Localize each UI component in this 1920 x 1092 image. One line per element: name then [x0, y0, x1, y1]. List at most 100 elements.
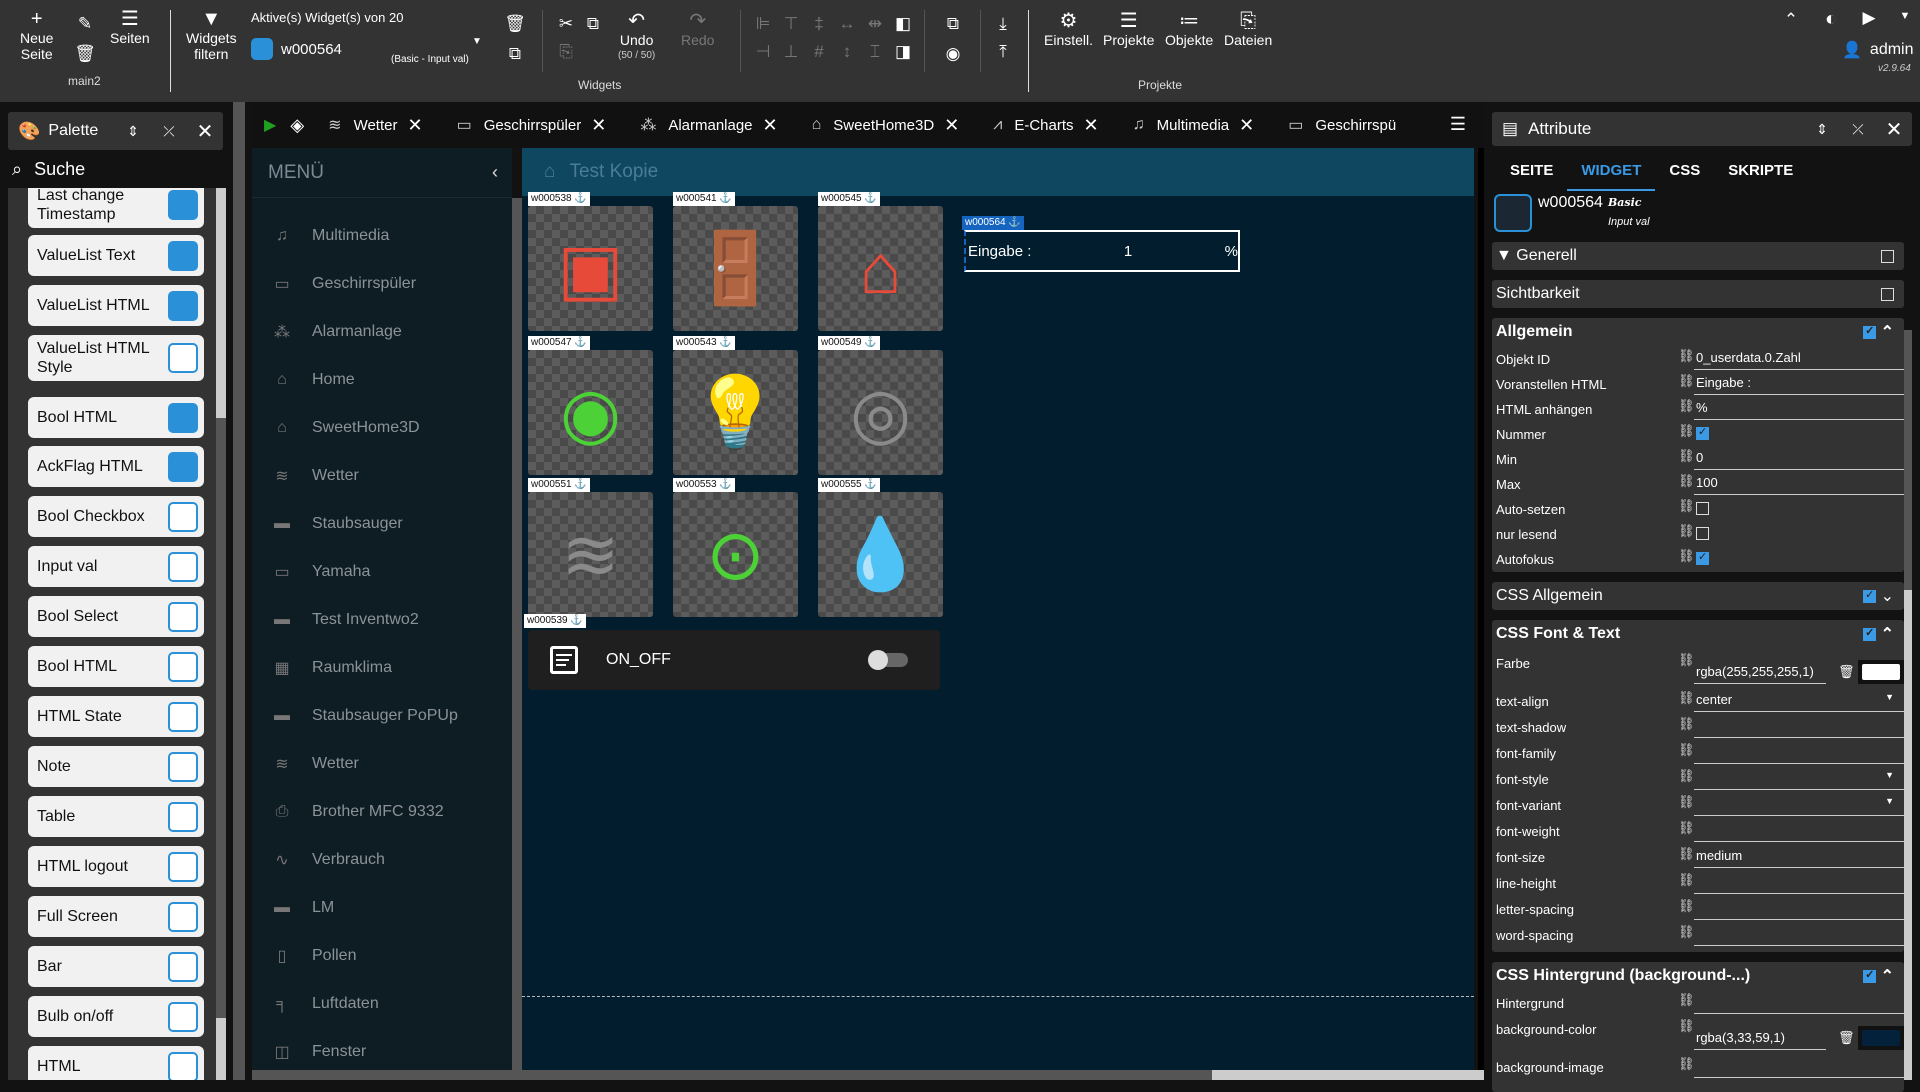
attribute-input[interactable]: 100 — [1694, 475, 1904, 495]
tab-widget[interactable]: WIDGET — [1567, 158, 1656, 191]
undo-button[interactable]: ↶ Undo (50 / 50) — [618, 10, 655, 64]
menu-item[interactable]: ♫ Multimedia — [252, 212, 512, 260]
canvas-h-scrollbar[interactable] — [252, 1070, 1484, 1080]
close-tab-icon[interactable]: ✕ — [1239, 115, 1254, 136]
attribute-input[interactable]: rgba(3,33,59,1) — [1694, 1030, 1826, 1050]
link-icon[interactable]: ⛓ — [1678, 768, 1695, 784]
icon-widget[interactable]: ≋ — [528, 492, 653, 617]
palette-item[interactable]: Bool HTML — [28, 397, 204, 438]
attribute-input[interactable]: medium — [1694, 848, 1904, 868]
palette-item[interactable]: HTML — [28, 1046, 204, 1080]
open-external-icon[interactable]: ⧉ — [942, 14, 964, 34]
close-icon[interactable]: ✕ — [1876, 117, 1912, 142]
palette-item[interactable]: Table — [28, 796, 204, 837]
section-checkbox[interactable] — [1881, 287, 1894, 301]
tab-css[interactable]: CSS — [1655, 158, 1714, 191]
menu-item[interactable]: ▭ Geschirrspüler — [252, 260, 512, 308]
link-icon[interactable]: ⛓ — [1678, 872, 1695, 888]
tab-seite[interactable]: SEITE — [1496, 158, 1567, 191]
palette-item[interactable]: Full Screen — [28, 896, 204, 937]
chevron-down-icon[interactable]: ▼ — [1885, 796, 1894, 806]
chevron-up-icon[interactable]: ⌃ — [1881, 324, 1894, 341]
tab-skripte[interactable]: SKRIPTE — [1714, 158, 1807, 191]
toggle-switch[interactable] — [868, 650, 908, 670]
tab-wetter[interactable]: ≋ Wetter ✕ — [328, 115, 422, 136]
icon-widget[interactable]: 💡 — [673, 350, 798, 475]
menu-item[interactable]: ⌂ Home — [252, 356, 512, 404]
link-icon[interactable]: ⛓ — [1678, 898, 1695, 914]
close-tab-icon[interactable]: ✕ — [763, 115, 778, 136]
export-icon[interactable]: ⤒ — [992, 42, 1014, 62]
editor-canvas[interactable]: w000538 ⚓ ▣ w000541 ⚓ 🚪 w000545 ⚓ ⌂ w000547 ⚓ ◉… — [522, 192, 1474, 1070]
chevron-down-icon[interactable]: ▼ — [1885, 770, 1894, 780]
widget-selector[interactable]: w000564 (Basic - Input val) ▼ — [251, 34, 485, 65]
link-icon[interactable]: ⛓ — [1678, 652, 1695, 668]
attribute-input[interactable] — [1694, 874, 1904, 894]
palette-item[interactable]: AckFlag HTML — [28, 446, 204, 487]
section-checkbox[interactable] — [1863, 968, 1877, 984]
menu-item[interactable]: ▭ Yamaha — [252, 548, 512, 596]
attribute-input[interactable]: Eingabe : — [1694, 375, 1904, 395]
attribute-input[interactable]: 0 — [1694, 450, 1904, 470]
attribute-input[interactable] — [1694, 1058, 1904, 1078]
copy-icon[interactable]: ⧉ — [582, 14, 604, 34]
palette-item[interactable]: Bool Checkbox — [28, 496, 204, 537]
attribute-input[interactable] — [1694, 744, 1904, 764]
tab-e-charts[interactable]: ⩘ E-Charts ✕ — [993, 115, 1098, 136]
menu-item[interactable]: ⎙ Brother MFC 9332 — [252, 788, 512, 836]
link-icon[interactable]: ⛓ — [1678, 820, 1695, 836]
section-checkbox[interactable] — [1863, 324, 1877, 340]
expand-all-icon[interactable]: ⇕ — [115, 123, 151, 140]
pages-button[interactable]: ☰ Seiten — [110, 8, 150, 46]
link-icon[interactable]: ⛓ — [1678, 794, 1695, 810]
menu-item[interactable]: ⌂ SweetHome3D — [252, 404, 512, 452]
menu-item[interactable]: ≋ Wetter — [252, 740, 512, 788]
link-icon[interactable]: ⛓ — [1678, 448, 1695, 464]
import-icon[interactable]: ⤓ — [992, 14, 1014, 34]
palette-item[interactable]: Bool Select — [28, 596, 204, 637]
attributes-scrollbar[interactable] — [1904, 330, 1912, 1080]
objects-button[interactable]: ≔ Objekte — [1165, 10, 1213, 48]
menu-item[interactable]: ∿ Verbrauch — [252, 836, 512, 884]
link-icon[interactable]: ⛓ — [1678, 473, 1695, 489]
attribute-input[interactable] — [1694, 926, 1904, 946]
attribute-input[interactable]: center — [1694, 692, 1904, 712]
attribute-input[interactable] — [1694, 770, 1904, 790]
attribute-checkbox[interactable] — [1696, 425, 1709, 440]
expand-all-icon[interactable]: ⇕ — [1804, 121, 1840, 138]
input-value[interactable]: 1 — [1031, 243, 1224, 260]
section-css-allgemein[interactable]: CSS Allgemein ⌄ — [1492, 582, 1904, 610]
menu-item[interactable]: ◫ Fenster — [252, 1028, 512, 1076]
palette-scrollbar[interactable] — [216, 188, 226, 1080]
palette-item[interactable]: ValueList Text — [28, 235, 204, 276]
tab-sweethome3d[interactable]: ⌂ SweetHome3D ✕ — [812, 115, 960, 136]
delete-icon[interactable]: 🗑 — [1838, 1030, 1855, 1046]
chevron-left-icon[interactable]: ‹ — [492, 162, 498, 183]
files-button[interactable]: ⎘ Dateien — [1224, 10, 1272, 48]
projects-button[interactable]: ☰ Projekte — [1103, 10, 1154, 48]
color-swatch[interactable] — [1858, 1026, 1904, 1050]
filter-widgets-button[interactable]: ▼ Widgets filtern — [186, 8, 237, 62]
menu-item[interactable]: ▬ Staubsauger — [252, 500, 512, 548]
attribute-input[interactable] — [1694, 900, 1904, 920]
edit-icon[interactable]: ✎ — [74, 14, 96, 34]
link-icon[interactable]: ⛓ — [1678, 846, 1695, 862]
attribute-input[interactable] — [1694, 796, 1904, 816]
link-icon[interactable]: ⛓ — [1678, 716, 1695, 732]
close-icon[interactable]: ✕ — [187, 119, 223, 144]
run-icon[interactable]: ▶ — [1858, 8, 1880, 28]
attribute-input[interactable] — [1694, 718, 1904, 738]
settings-button[interactable]: ⚙ Einstell. — [1044, 10, 1093, 48]
color-swatch[interactable] — [1858, 660, 1904, 684]
close-tab-icon[interactable]: ✕ — [591, 115, 606, 136]
palette-item[interactable]: Bar — [28, 946, 204, 987]
link-icon[interactable]: ⛓ — [1678, 398, 1695, 414]
section-checkbox[interactable] — [1863, 626, 1877, 642]
collapse-all-icon[interactable]: ⤫ — [1840, 121, 1876, 138]
attribute-input[interactable] — [1694, 994, 1904, 1014]
attribute-input[interactable]: 0_userdata.0.Zahl — [1694, 350, 1904, 370]
palette-outer-scrollbar[interactable] — [233, 102, 245, 1080]
attribute-input[interactable] — [1694, 822, 1904, 842]
collapse-all-icon[interactable]: ⤫ — [151, 123, 187, 140]
palette-search[interactable]: ⌕ Suche — [8, 152, 223, 186]
